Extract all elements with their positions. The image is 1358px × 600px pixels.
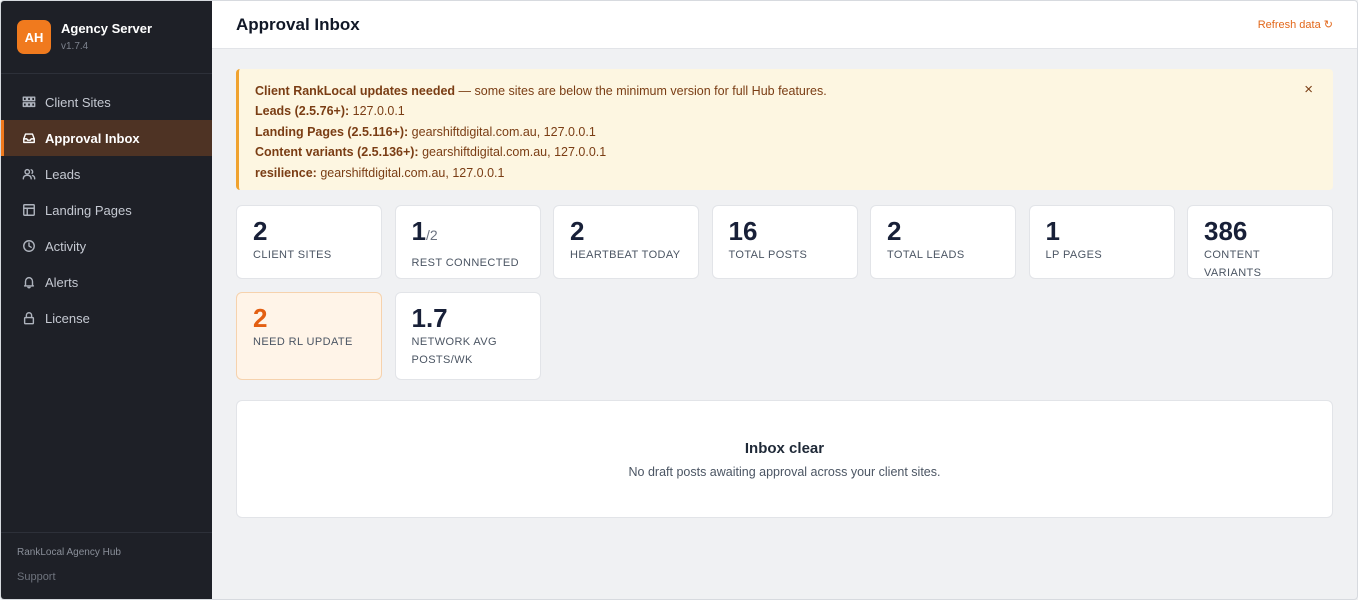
sidebar-footer: RankLocal Agency Hub Support <box>1 532 212 599</box>
empty-state-description: No draft posts awaiting approval across … <box>628 464 941 479</box>
stat-value: 1 <box>1045 216 1060 246</box>
lock-icon <box>21 311 36 326</box>
sidebar-item-label: License <box>45 310 90 326</box>
brand-header: AH Agency Server v1.7.4 <box>1 1 212 74</box>
stat-label: TOTAL LEADS <box>887 249 965 261</box>
alert-heading-text: — some sites are below the minimum versi… <box>455 84 827 98</box>
stat-value: 2 <box>570 216 585 246</box>
sidebar-nav: Client Sites Approval Inbox Leads Landin… <box>1 84 212 336</box>
sidebar-item-client-sites[interactable]: Client Sites <box>1 84 212 120</box>
alert-row-value: gearshiftdigital.com.au, 127.0.0.1 <box>408 124 596 139</box>
page-title: Approval Inbox <box>236 14 360 34</box>
sidebar: AH Agency Server v1.7.4 Client Sites App… <box>1 1 212 599</box>
stat-card-heartbeat-today: 2 HEARTBEAT TODAY <box>553 205 699 279</box>
inbox-icon <box>21 131 36 146</box>
stat-card-lp-pages: 1 LP PAGES <box>1028 205 1175 279</box>
stat-label: NEED RL UPDATE <box>253 336 353 348</box>
alert-row-label: Landing Pages (2.5.116+): <box>255 124 409 139</box>
stat-card-rest-connected: 1/2 REST CONNECTED <box>394 205 541 279</box>
stat-label: TOTAL POSTS <box>728 249 808 261</box>
empty-state-title: Inbox clear <box>744 439 825 457</box>
alert-heading-strong: Client RankLocal updates needed <box>255 84 456 98</box>
stat-value: 386 <box>1204 216 1248 246</box>
stat-label: LP PAGES <box>1045 249 1103 261</box>
bell-icon <box>21 275 36 290</box>
stat-card-total-leads: 2 TOTAL LEADS <box>870 205 1016 279</box>
grid-icon <box>21 95 36 110</box>
stat-value: 2 <box>887 216 902 246</box>
layout-icon <box>21 203 36 218</box>
alert-row-value: gearshiftdigital.com.au, 127.0.0.1 <box>316 165 505 180</box>
sidebar-item-landing-pages[interactable]: Landing Pages <box>1 192 212 228</box>
brand-logo: AH <box>17 20 51 54</box>
stat-value-main: 1 <box>411 216 426 246</box>
alert-row-label: resilience: <box>255 165 317 180</box>
sidebar-item-label: Landing Pages <box>45 202 132 218</box>
app-window: AH Agency Server v1.7.4 Client Sites App… <box>0 0 1358 600</box>
sidebar-item-label: Activity <box>45 238 87 254</box>
stat-value: 16 <box>728 216 758 246</box>
stat-value-sub: /2 <box>425 227 438 243</box>
stat-label: CLIENT SITES <box>253 249 332 261</box>
sidebar-item-leads[interactable]: Leads <box>1 156 212 192</box>
stat-label: CONTENT VARIANTS <box>1204 249 1262 279</box>
sidebar-item-approval-inbox[interactable]: Approval Inbox <box>1 120 212 156</box>
page-content: Client RankLocal updates needed — some s… <box>212 49 1357 518</box>
stat-card-client-sites: 2 CLIENT SITES <box>236 205 382 279</box>
alert-row: Content variants (2.5.136+): gearshiftdi… <box>255 142 1317 162</box>
alert-row: resilience: gearshiftdigital.com.au, 127… <box>255 163 1317 183</box>
alert-row-label: Content variants (2.5.136+): <box>255 145 419 160</box>
alert-row: Landing Pages (2.5.116+): gearshiftdigit… <box>255 122 1317 142</box>
brand-version: v1.7.4 <box>61 41 89 52</box>
alert-row-value: 127.0.0.1 <box>349 104 405 119</box>
stat-card-total-posts: 16 TOTAL POSTS <box>711 205 858 279</box>
stats-grid: 2 CLIENT SITES 1/2 REST CONNECTED 2 HEAR… <box>236 205 1333 380</box>
stat-value: 1/2 <box>412 216 524 250</box>
clock-icon <box>21 239 36 254</box>
brand-text: Agency Server v1.7.4 <box>61 21 152 52</box>
close-icon[interactable]: × <box>1304 81 1313 99</box>
sidebar-item-label: Approval Inbox <box>45 130 140 146</box>
sidebar-item-alerts[interactable]: Alerts <box>1 264 212 300</box>
sidebar-item-activity[interactable]: Activity <box>1 228 212 264</box>
sidebar-item-label: Leads <box>45 166 81 182</box>
brand-name: Agency Server <box>61 21 153 36</box>
stat-value: 2 <box>253 216 268 246</box>
top-bar: Approval Inbox Refresh data ↻ <box>212 1 1357 49</box>
alert-row: Leads (2.5.76+): 127.0.0.1 <box>255 101 1317 121</box>
alert-row-value: gearshiftdigital.com.au, 127.0.0.1 <box>418 145 607 160</box>
sidebar-item-label: Alerts <box>45 274 79 290</box>
refresh-data-link[interactable]: Refresh data ↻ <box>1258 18 1333 31</box>
alert-heading: Client RankLocal updates needed — some s… <box>255 81 1317 101</box>
stat-card-network-avg: 1.7 NETWORK AVG POSTS/WK <box>394 292 541 380</box>
sidebar-item-label: Client Sites <box>45 94 111 110</box>
product-name: RankLocal Agency Hub <box>17 547 121 558</box>
stat-value: 2 <box>253 303 268 333</box>
stat-card-need-rl-update: 2 NEED RL UPDATE <box>236 292 382 380</box>
update-alert: Client RankLocal updates needed — some s… <box>236 69 1333 190</box>
alert-row-label: Leads (2.5.76+): <box>255 104 350 119</box>
stat-label: REST CONNECTED <box>411 257 519 269</box>
inbox-empty-state: Inbox clear No draft posts awaiting appr… <box>236 400 1333 518</box>
main-area: Approval Inbox Refresh data ↻ Client Ran… <box>212 1 1357 599</box>
stat-card-content-variants: 386 CONTENT VARIANTS <box>1187 205 1333 279</box>
stat-value: 1.7 <box>411 303 448 333</box>
stat-label: HEARTBEAT TODAY <box>570 249 681 261</box>
users-icon <box>21 167 36 182</box>
sidebar-item-license[interactable]: License <box>1 300 212 336</box>
stat-label: NETWORK AVG POSTS/WK <box>411 336 497 366</box>
support-link[interactable]: Support <box>17 571 56 583</box>
